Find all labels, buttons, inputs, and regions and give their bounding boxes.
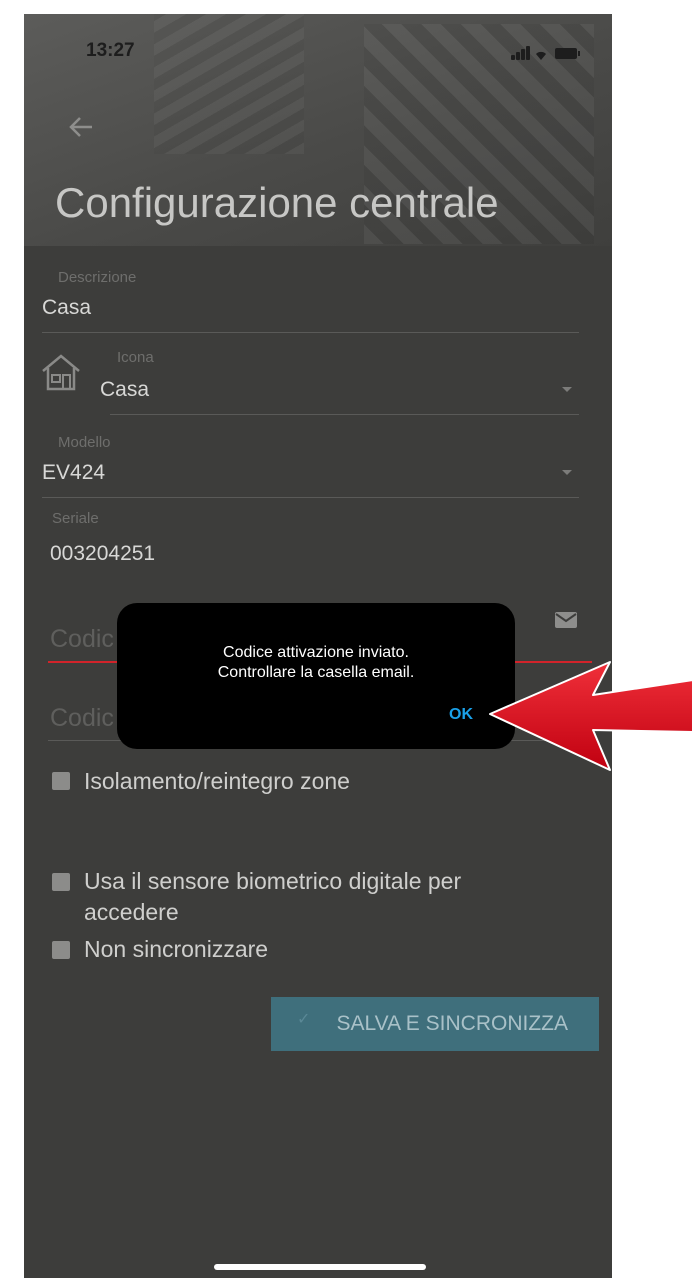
annotation-arrow-icon [489,661,693,771]
seriale-field[interactable]: 003204251 [50,542,155,566]
isolamento-checkbox[interactable] [52,772,70,790]
house-icon [42,354,80,391]
icona-dropdown-icon[interactable] [562,387,572,392]
battery-icon [555,48,580,59]
non-sincronizzare-label: Non sincronizzare [84,936,269,962]
signal-icon [511,55,515,60]
activation-code-input[interactable]: Codic [50,625,114,654]
modello-label: Modello [58,434,111,451]
dialog-message-line2: Controllare la casella email. [217,664,415,681]
status-icons [511,46,591,62]
icona-label: Icona [117,349,154,366]
dialog-message-line1: Codice attivazione inviato. [223,644,409,661]
alert-dialog: Codice attivazione inviato. Controllare … [117,603,515,749]
biometrico-label-line1: Usa il sensore biometrico digitale per [84,868,462,894]
descrizione-field[interactable]: Casa [42,296,91,320]
back-arrow-icon[interactable] [66,112,96,142]
status-time: 13:27 [86,40,135,61]
isolamento-label: Isolamento/reintegro zone [84,768,350,794]
user-code-input[interactable]: Codic [50,704,114,733]
icona-select[interactable]: Casa [100,378,149,402]
descrizione-label: Descrizione [58,269,137,286]
modello-dropdown-icon[interactable] [562,470,572,475]
non-sincronizzare-checkbox[interactable] [52,941,70,959]
email-icon[interactable] [554,611,578,629]
check-icon: ✓ [297,1011,311,1028]
home-indicator[interactable] [214,1264,426,1270]
dialog-message: Codice attivazione inviato. Controllare … [117,643,515,683]
modello-select[interactable]: EV424 [42,461,105,485]
biometrico-label-line2: accedere [84,899,179,925]
wifi-icon [536,51,546,60]
page-title: Configurazione centrale [55,179,499,226]
save-sync-label: SALVA E SINCRONIZZA [336,1012,568,1035]
save-sync-button[interactable]: ✓ SALVA E SINCRONIZZA [271,997,599,1051]
seriale-label: Seriale [52,510,99,527]
biometrico-checkbox[interactable] [52,873,70,891]
